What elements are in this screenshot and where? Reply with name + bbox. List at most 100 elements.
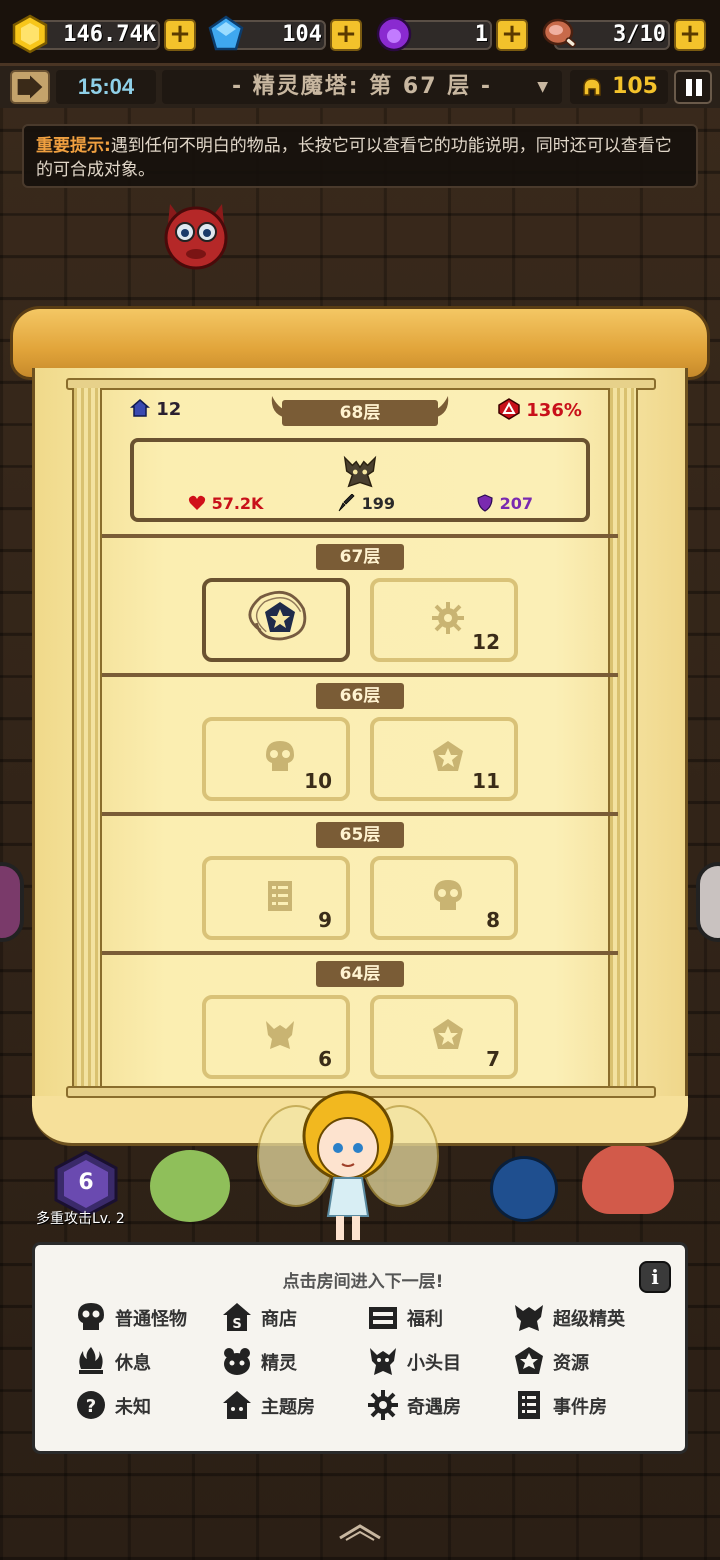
rest-icon [79,1347,103,1374]
floor-label: 64层 [316,961,404,987]
house-stat: 12 [130,398,181,420]
tip-heading: 重要提示: [36,136,111,156]
floor-label: 66层 [316,683,404,709]
right-pillar [608,388,638,1094]
exit-arrow-icon [17,75,43,99]
add-gem-button[interactable]: + [330,19,362,51]
room-66-right[interactable]: 11 [370,717,518,801]
orb-value: 1 [474,22,488,47]
floor-divider [102,534,618,538]
house-icon [130,399,150,417]
demon-monster-icon [164,204,228,270]
shop-icon: S [223,1303,251,1332]
floor-selector[interactable]: - 精灵魔塔: 第 67 层 - ▼ [162,70,562,104]
gem-value: 104 [282,22,322,47]
gold-resource: 146.74K + [10,14,196,54]
boss-attack: 199 [338,493,395,513]
room-number: 11 [472,769,500,793]
adventure-icon [432,602,464,634]
room-67-right[interactable]: 12 [370,578,518,662]
super-elite-icon [515,1305,543,1331]
room-number: 8 [486,908,500,932]
fairy-mascot [257,1090,439,1240]
timer: 15:04 [56,70,156,104]
sword-icon [338,493,355,512]
room-number: 9 [318,908,332,932]
skull-icon [434,880,462,910]
purple-orb-icon [376,16,412,52]
room-66-left[interactable]: 10 [202,717,350,801]
gold-icon [12,14,48,54]
info-button[interactable]: i [639,1261,671,1293]
room-64-left[interactable]: 6 [202,995,350,1079]
room-64-right[interactable]: 7 [370,995,518,1079]
swirl-marker-icon [248,590,307,641]
status-bar: 15:04 - 精灵魔塔: 第 67 层 - ▼ 105 [0,66,720,108]
add-gold-button[interactable]: + [164,19,196,51]
resource-icon [515,1347,543,1374]
tower-map-scroll: 12 136% 68层 57.2K 199 207 67层 12 66层 10 … [10,306,710,1156]
legend-title: 点击房间进入下一层! [282,1272,444,1292]
boss-defense: 207 [476,494,533,513]
floor-divider [102,812,618,816]
room-number: 6 [318,1047,332,1071]
heart-icon [188,495,206,510]
unknown-icon: ? [77,1391,105,1419]
adventure-icon [368,1390,398,1420]
house-value: 12 [156,399,182,420]
resource-icon [433,741,463,771]
power-display: 105 [570,70,668,104]
boss-floor-label: 68层 [282,400,438,426]
green-slime-monster [150,1150,230,1222]
room-number: 12 [472,630,500,654]
tip-box: 重要提示:遇到任何不明白的物品，长按它可以查看它的功能说明，同时还可以查看它的可… [22,124,698,188]
gem-resource: 104 + [206,14,362,54]
blue-orb-monster [490,1156,558,1222]
welfare-icon [369,1307,397,1329]
room-65-left[interactable]: 9 [202,856,350,940]
skill-label: 多重攻击Lv. 2 [36,1211,125,1227]
skull-icon [266,741,294,771]
chevron-down-icon: ▼ [537,79,550,95]
room-legend-panel: 点击房间进入下一层! i 普通怪物 S 商店 福利 超级精英 休息 精灵 小头目… [32,1242,688,1454]
exit-button[interactable] [10,70,50,104]
miniboss-icon [266,1021,294,1049]
floor-divider [102,951,618,955]
resource-bar: 146.74K + 104 + 1 + 3/10 + [0,0,720,66]
tip-text: 遇到任何不明白的物品，长按它可以查看它的功能说明，同时还可以查看它的可合成对象。 [36,136,672,180]
floor-title-text: - 精灵魔塔: 第 67 层 - [232,74,492,99]
gold-value: 146.74K [63,22,156,47]
theme-room-icon [223,1391,251,1419]
room-67-left[interactable] [202,578,350,662]
power-value: 105 [612,74,658,99]
miniboss-icon [370,1348,396,1375]
resource-icon [433,1019,463,1049]
spirit-icon [224,1348,250,1375]
add-orb-button[interactable]: + [496,19,528,51]
meat-icon [542,18,577,48]
danger-icon [498,398,520,420]
left-pillar [72,388,102,1094]
room-65-right[interactable]: 8 [370,856,518,940]
room-number: 10 [304,769,332,793]
add-stamina-button[interactable]: + [674,19,706,51]
gem-icon [208,15,244,51]
boss-attack-value: 199 [361,494,395,513]
skill-count: 6 [78,1170,94,1195]
orb-resource: 1 + [374,14,528,54]
skull-icon [78,1303,104,1330]
helmet-icon [583,78,601,96]
shield-icon [477,494,493,512]
svg-text:S: S [232,1317,241,1332]
svg-text:?: ? [86,1396,96,1417]
danger-value: 136% [526,400,582,421]
event-icon [268,881,292,911]
boss-hp-value: 57.2K [211,494,264,513]
expand-up-icon[interactable] [336,1520,384,1542]
danger-stat: 136% [498,398,582,421]
boss-demon-icon [343,455,377,488]
stamina-resource: 3/10 + [540,14,706,54]
boss-hp: 57.2K [188,494,263,513]
pause-button[interactable] [674,70,712,104]
floor-divider [102,673,618,677]
